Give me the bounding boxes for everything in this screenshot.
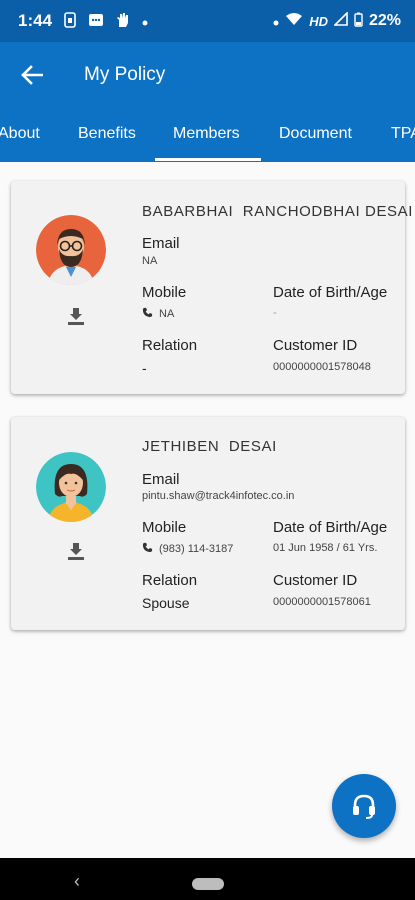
- dob-value: 01 Jun 1958 / 61 Yrs.: [273, 542, 378, 554]
- customer-id-label: Customer ID: [273, 572, 358, 589]
- mobile-label: Mobile: [142, 284, 187, 301]
- relation-value: Spouse: [142, 595, 190, 611]
- relation-label: Relation: [142, 572, 198, 589]
- sim-icon: [64, 12, 76, 30]
- mobile-value: NA: [142, 307, 174, 320]
- status-left: 1:44: [18, 11, 148, 31]
- battery-icon: [354, 12, 363, 31]
- phone-icon: [142, 542, 153, 553]
- wifi-icon: [285, 12, 303, 30]
- dot-icon: [273, 13, 279, 30]
- customer-id-value: 0000000001578048: [273, 361, 371, 373]
- system-nav-bar: ‹: [0, 858, 415, 900]
- status-right: HD 22%: [273, 11, 401, 31]
- relation-label: Relation: [142, 337, 198, 354]
- mobile-text: NA: [159, 308, 175, 320]
- tab-benefits[interactable]: Benefits: [78, 108, 136, 162]
- mobile-label: Mobile: [142, 519, 187, 536]
- customer-id-label: Customer ID: [273, 337, 358, 354]
- member-name: JETHIBEN DESAI: [142, 438, 277, 455]
- status-bar: 1:44 HD 22%: [0, 0, 415, 42]
- support-button[interactable]: [332, 774, 396, 838]
- page-title: My Policy: [84, 64, 166, 85]
- arrow-left-icon: [21, 65, 43, 85]
- member-name: BABARBHAI RANCHODBHAI DESAI: [142, 203, 414, 220]
- tab-members[interactable]: Members: [173, 108, 240, 162]
- nav-back-icon[interactable]: ‹: [74, 871, 80, 892]
- member-card: JETHIBEN DESAI Email pintu.shaw@track4in…: [11, 417, 405, 630]
- email-label: Email: [142, 235, 180, 252]
- tab-about[interactable]: About: [0, 108, 40, 162]
- female-avatar: [36, 452, 106, 522]
- back-button[interactable]: [0, 42, 64, 108]
- battery-percent: 22%: [368, 12, 401, 29]
- dob-label: Date of Birth/Age: [273, 519, 388, 536]
- mobile-value: (983) 114-3187: [142, 542, 233, 555]
- download-icon[interactable]: [65, 305, 87, 327]
- dob-value: -: [273, 307, 277, 319]
- customer-id-value: 0000000001578061: [273, 596, 371, 608]
- tab-indicator: [155, 158, 261, 161]
- headset-icon: [353, 794, 375, 819]
- app-bar: My Policy: [0, 42, 415, 108]
- message-icon: [88, 12, 104, 30]
- tab-bar: About Benefits Members Document TPA: [0, 108, 415, 162]
- hand-icon: [116, 12, 130, 30]
- tab-document[interactable]: Document: [279, 108, 352, 162]
- status-time: 1:44: [18, 11, 53, 30]
- signal-icon: [333, 11, 348, 30]
- dob-label: Date of Birth/Age: [273, 284, 388, 301]
- member-card: BABARBHAI RANCHODBHAI DESAI Email NA Mob…: [11, 181, 412, 394]
- email-value: pintu.shaw@track4infotec.co.in: [142, 490, 295, 502]
- phone-icon: [142, 307, 153, 318]
- email-value: NA: [142, 255, 158, 267]
- tab-tpa[interactable]: TPA: [391, 108, 415, 162]
- nav-home-pill[interactable]: [192, 878, 224, 890]
- male-avatar: [36, 215, 106, 285]
- email-label: Email: [142, 471, 180, 488]
- download-icon[interactable]: [65, 540, 87, 562]
- network-label: HD: [309, 13, 328, 29]
- mobile-text: (983) 114-3187: [159, 543, 234, 555]
- dot-icon: [142, 14, 148, 28]
- relation-value: -: [142, 360, 147, 376]
